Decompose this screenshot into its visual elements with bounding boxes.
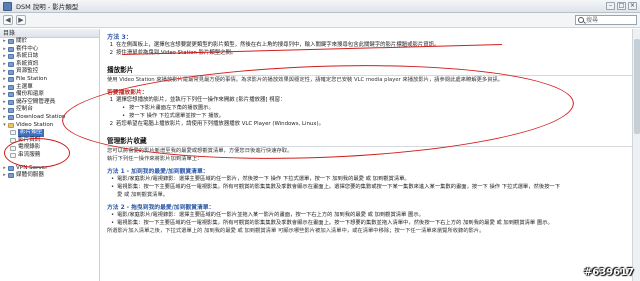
title-bar: DSM 說明 - 影片類型 – □ × [0, 0, 640, 13]
annotation-ellipse-video-station [4, 138, 70, 168]
maximize-button[interactable]: □ [617, 2, 626, 10]
sidebar-item-label: 媒體伺服器 [16, 172, 44, 179]
sidebar-item-label: 資源監控 [16, 68, 39, 75]
sidebar-item[interactable]: ▸ 系統日誌 [0, 53, 99, 61]
sidebar-item[interactable]: ▸ 系統資訊 [0, 61, 99, 69]
book-icon [8, 100, 14, 106]
book-icon [8, 39, 14, 45]
book-icon [8, 84, 14, 90]
expand-icon[interactable]: ▸ [2, 46, 7, 54]
sidebar-item[interactable]: ▸ File Station [0, 76, 99, 84]
sidebar-item[interactable]: ▸ 資源監控 [0, 68, 99, 76]
folder-icon [8, 122, 14, 128]
method3-title: 方法 3： [107, 34, 133, 41]
book-icon [8, 46, 14, 52]
expand-icon[interactable]: ▸ [2, 91, 7, 99]
book-icon [8, 173, 14, 179]
book-icon [8, 165, 14, 171]
sidebar-item[interactable]: ▸ 媒體伺服器 [0, 172, 99, 180]
toolbar: ◀ ▶ [0, 13, 640, 28]
book-icon [8, 69, 14, 75]
window-title: DSM 說明 - 影片類型 [16, 3, 79, 11]
book-icon [8, 115, 14, 121]
forward-button[interactable]: ▶ [16, 15, 26, 25]
collapse-icon[interactable]: ▾ [2, 122, 7, 130]
search-icon[interactable] [578, 17, 584, 23]
help-window: DSM 說明 - 影片類型 – □ × ◀ ▶ 目錄 ▸關於▸套件中心▸系統日誌… [0, 0, 640, 281]
expand-icon[interactable]: ▸ [2, 76, 7, 84]
expand-icon[interactable]: ▸ [2, 99, 7, 107]
sidebar-item-label: 系統日誌 [16, 53, 39, 60]
close-button[interactable]: × [628, 2, 637, 10]
expand-icon[interactable]: ▸ [2, 61, 7, 69]
favorites-intro-2: 執行下列任一操作來將影片加到清單上： [107, 156, 203, 162]
content-scrollbar[interactable] [632, 29, 640, 281]
minimize-button[interactable]: – [606, 2, 615, 10]
favorites-footer: 所選影片加入清單之後，下拉式選單上的 加到我的最愛 或 加到觀賞清單 可顯示哪些… [107, 228, 485, 234]
sidebar-item[interactable]: ▸ 關於 [0, 38, 99, 46]
method1-bullet-cont: 愛 或 加到觀賞清單。 [117, 192, 169, 198]
book-icon [8, 92, 14, 98]
sidebar-item-label: Download Station [16, 113, 66, 120]
sidebar-item-label: 備份和還原 [16, 91, 44, 98]
back-button[interactable]: ◀ [3, 15, 13, 25]
expand-icon[interactable]: ▸ [2, 38, 7, 46]
expand-icon[interactable]: ▸ [2, 106, 7, 114]
expand-icon[interactable]: ▸ [2, 165, 7, 173]
sidebar-item-label: 控制台 [16, 106, 33, 113]
method1-title: 方法 1 - 加到我的最愛/加到觀賞清單： [107, 169, 209, 175]
search-box [575, 15, 637, 25]
expand-icon[interactable]: ▸ [2, 53, 7, 61]
app-icon [3, 1, 12, 11]
sidebar-item[interactable]: ▸ 主選單 [0, 84, 99, 92]
method2-title: 方法 2 - 拖曳到我的最愛/加到觀賞清單： [107, 205, 215, 211]
sidebar-item-label: 關於 [16, 38, 28, 44]
sidebar-item[interactable]: ▸ 套件中心 [0, 46, 99, 54]
sidebar-item-label: File Station [16, 75, 48, 82]
expand-icon[interactable]: ▸ [2, 84, 7, 92]
sidebar-header: 目錄 [0, 29, 99, 38]
book-icon [8, 77, 14, 83]
expand-icon[interactable]: ▸ [2, 172, 7, 180]
expand-icon[interactable]: ▸ [2, 114, 7, 122]
method1-bullet: 電視影集：按一下主要區域的任一電視影集，所有可觀賞的影集集數及季數會顯示在畫面上… [107, 183, 632, 191]
method1-bullet: 電影/家庭影片/電視錄影：選擇主要區域的任一影片，然後按一下 操作 下拉式選單，… [107, 175, 632, 183]
scroll-thumb[interactable] [634, 39, 640, 134]
watermark: #639617 [583, 267, 634, 278]
book-icon [8, 62, 14, 68]
method2-bullet: 電視影集：按一下主要區域的任一電視影集，所有可觀賞的影集集數及季數會顯示在畫面上… [107, 219, 632, 227]
page-icon [10, 130, 16, 136]
sidebar-item-label: 影片類型 [18, 129, 45, 137]
sidebar-item-label: Video Station [16, 121, 54, 128]
sidebar-item[interactable]: ▸ 備份和還原 [0, 91, 99, 99]
search-input[interactable] [584, 16, 632, 24]
book-icon [8, 54, 14, 60]
method2-bullet: 電影/家庭影片/電視錄影：選擇主要區域的任一影片並拖入某一影片的畫面，按一下右上… [107, 211, 632, 219]
expand-icon[interactable]: ▸ [2, 68, 7, 76]
book-icon [8, 107, 14, 113]
window-controls: – □ × [606, 2, 637, 10]
